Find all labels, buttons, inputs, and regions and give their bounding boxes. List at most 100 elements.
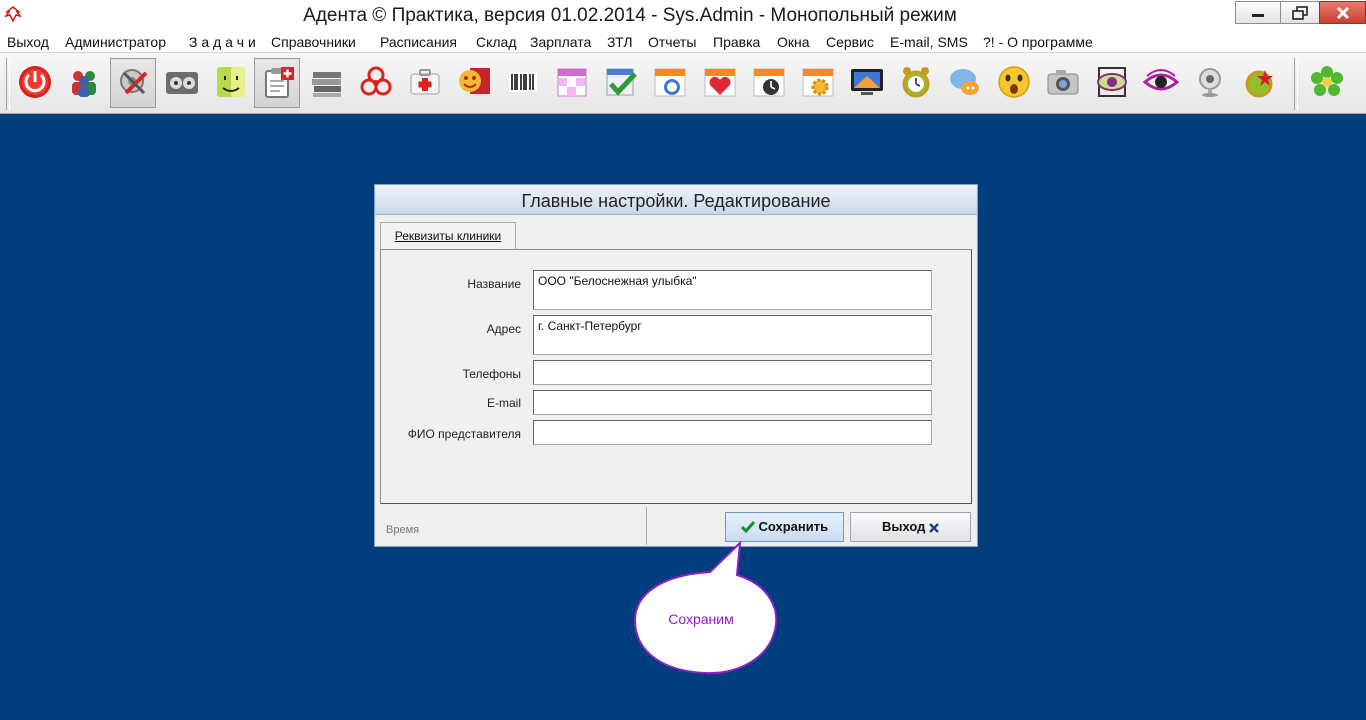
toolbar-schedule-button[interactable] [549, 58, 595, 108]
toolbar-chat-button[interactable] [942, 58, 988, 108]
toolbar-biohazard-button[interactable] [353, 58, 399, 108]
tab-clinic-details[interactable]: Реквизиты клиники [380, 222, 516, 250]
menu-bar: Выход Администратор З а д а ч и Справочн… [0, 31, 1366, 53]
phones-label: Телефоны [462, 367, 521, 381]
calendar-heart-icon [704, 68, 736, 97]
menu-windows[interactable]: Окна [777, 34, 810, 50]
representative-label: ФИО представителя [407, 427, 521, 441]
menu-warehouse[interactable]: Склад [476, 34, 517, 50]
toolbar-icq-button[interactable] [1304, 58, 1350, 108]
calendar-gear-icon [802, 68, 834, 97]
toolbar-surprised-button[interactable] [991, 58, 1037, 108]
first-aid-icon [410, 69, 440, 95]
settings-tools-icon [120, 69, 148, 95]
barcode-icon [509, 72, 537, 92]
menu-salary[interactable]: Зарплата [530, 34, 591, 50]
exit-button[interactable]: Выход [850, 512, 971, 542]
settings-dialog: Главные настройки. Редактирование Реквиз… [374, 184, 978, 547]
toolbar-calendar-clock-button[interactable] [647, 58, 693, 108]
clipboard-add-icon [265, 67, 294, 98]
close-button[interactable] [1319, 1, 1366, 24]
users-icon [72, 71, 96, 97]
monitor-icon [851, 69, 883, 95]
toolbar-eye-button[interactable] [1138, 58, 1184, 108]
biohazard-icon [360, 66, 392, 96]
window-title: Адента © Практика, версия 01.02.2014 - S… [303, 5, 957, 26]
exit-button-label: Выход [881, 519, 926, 534]
close-icon [1336, 6, 1349, 19]
menu-schedules[interactable]: Расписания [380, 34, 457, 50]
toolbar-books-button[interactable] [304, 58, 350, 108]
callout-text: Сохраним [668, 611, 734, 627]
representative-field[interactable] [533, 420, 932, 445]
toolbar-separator [6, 58, 10, 110]
address-label: Адрес [486, 322, 521, 336]
menu-exit[interactable]: Выход [7, 34, 49, 50]
toolbar-camera-button[interactable] [1040, 58, 1086, 108]
menu-edit[interactable]: Правка [713, 34, 760, 50]
callout-bubble [633, 540, 778, 675]
toolbar-power-button[interactable] [12, 58, 58, 108]
webcam-icon [1199, 68, 1221, 97]
menu-about[interactable]: ?! - О программе [983, 34, 1093, 50]
tab-panel: Название ООО "Белоснежная улыбка" Адрес … [380, 249, 972, 504]
toolbar-finder-button[interactable] [208, 58, 254, 108]
eye-icon [1143, 69, 1179, 91]
toolbar-separator [1294, 58, 1298, 110]
toolbar-webcam-button[interactable] [1187, 58, 1233, 108]
menu-service[interactable]: Сервис [826, 34, 874, 50]
email-field[interactable] [533, 390, 932, 415]
status-time-label: Время [380, 507, 647, 545]
calendar-timer-icon [753, 68, 785, 97]
toolbar [0, 53, 1366, 114]
eye-frame-icon [1097, 67, 1127, 97]
toolbar-barcode-button[interactable] [500, 58, 546, 108]
books-icon [312, 72, 341, 97]
name-label: Название [467, 277, 521, 291]
star-badge-icon [1245, 70, 1273, 98]
toolbar-first-aid-button[interactable] [402, 58, 448, 108]
toolbar-clipboard-button[interactable] [254, 58, 300, 108]
menu-tasks[interactable]: З а д а ч и [189, 34, 256, 50]
minimize-icon [1252, 13, 1264, 17]
toolbar-film-button[interactable] [159, 58, 205, 108]
emoji-card-icon [459, 68, 490, 94]
phones-field[interactable] [533, 360, 932, 385]
toolbar-alarm-clock-button[interactable] [893, 58, 939, 108]
icq-flower-icon [1311, 66, 1343, 96]
calendar-check-icon [606, 68, 637, 96]
address-field[interactable]: г. Санкт-Петербург [533, 315, 932, 355]
surprised-face-icon [998, 66, 1030, 98]
close-x-icon [929, 523, 939, 533]
menu-email-sms[interactable]: E-mail, SMS [890, 34, 968, 50]
window-titlebar: Адента © Практика, версия 01.02.2014 - S… [0, 0, 1366, 31]
email-label: E-mail [486, 396, 521, 410]
toolbar-settings-button[interactable] [110, 58, 156, 108]
film-icon [166, 72, 198, 94]
name-field[interactable]: ООО "Белоснежная улыбка" [533, 270, 932, 310]
power-icon [19, 66, 51, 98]
minimize-button[interactable] [1235, 1, 1281, 24]
restore-button[interactable] [1280, 1, 1320, 24]
menu-ztl[interactable]: ЗТЛ [607, 34, 633, 50]
toolbar-star-badge-button[interactable] [1236, 58, 1282, 108]
menu-reports[interactable]: Отчеты [648, 34, 696, 50]
menu-administrator[interactable]: Администратор [65, 34, 166, 50]
finder-icon [217, 67, 245, 97]
toolbar-eye-frame-button[interactable] [1089, 58, 1135, 108]
toolbar-monitor-button[interactable] [844, 58, 890, 108]
toolbar-emoji-card-button[interactable] [451, 58, 497, 108]
toolbar-calendar-gear-button[interactable] [795, 58, 841, 108]
camera-icon [1047, 70, 1079, 95]
calendar-clock-icon [654, 68, 686, 97]
toolbar-users-button[interactable] [61, 58, 107, 108]
chat-bubble-icon [950, 69, 979, 95]
menu-directories[interactable]: Справочники [271, 34, 356, 50]
alarm-clock-icon [902, 67, 930, 98]
toolbar-calendar-heart-button[interactable] [697, 58, 743, 108]
toolbar-calendar-check-button[interactable] [598, 58, 644, 108]
restore-icon [1292, 5, 1308, 20]
dialog-title: Главные настройки. Редактирование [375, 185, 977, 215]
toolbar-calendar-timer-button[interactable] [746, 58, 792, 108]
schedule-grid-icon [557, 68, 587, 97]
